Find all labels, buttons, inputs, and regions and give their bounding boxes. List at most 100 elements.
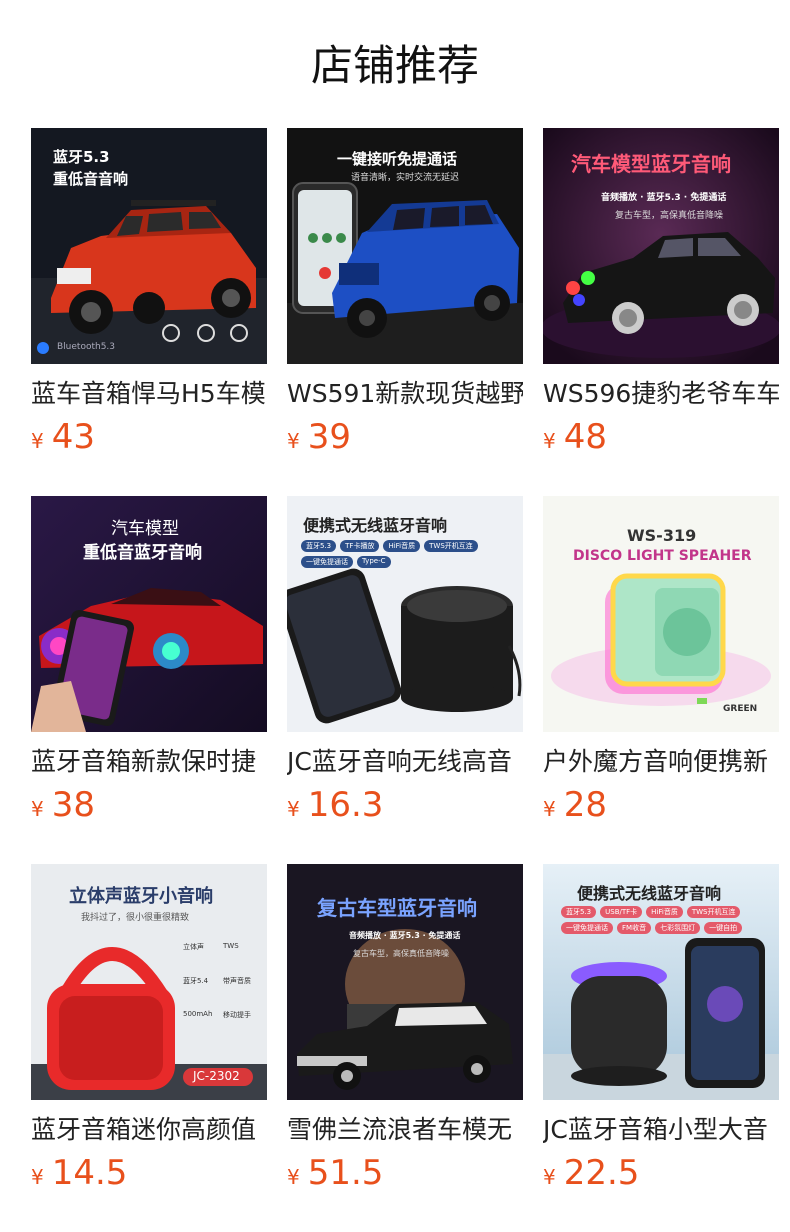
- feature-tags: 蓝牙5.3 TF卡播放 HiFi音质 TWS开机互连 一键免提通话 Type-C: [301, 540, 511, 568]
- product-image[interactable]: WS-319 DISCO LIGHT SPEAHER GREEN: [543, 496, 779, 732]
- feature-tag: TWS开机互连: [686, 906, 741, 918]
- feature-label: TWS: [223, 942, 239, 950]
- image-caption: 汽车模型: [111, 519, 179, 539]
- feature-tag: 一键自拍: [704, 922, 743, 934]
- model-badge: JC-2302: [193, 1069, 240, 1083]
- image-caption: Bluetooth5.3: [57, 342, 116, 352]
- product-card[interactable]: 复古车型蓝牙音响 音频播放 · 蓝牙5.3 · 免提通话 复古车型，高保真低音降…: [287, 864, 523, 1232]
- product-image[interactable]: 蓝牙5.3 重低音音响 Bluetooth5.3: [31, 128, 267, 364]
- price-value: 22.5: [563, 1153, 640, 1193]
- currency-symbol: ¥: [543, 797, 556, 821]
- product-card[interactable]: 汽车模型蓝牙音响 音频播放 · 蓝牙5.3 · 免提通话 复古车型，高保真低音降…: [543, 128, 779, 496]
- product-card[interactable]: 便携式无线蓝牙音响 蓝牙5.3 TF卡播放 HiFi音质 TWS开机互连 一键免…: [287, 496, 523, 864]
- product-card[interactable]: 汽车模型 重低音蓝牙音响 蓝牙音箱新款保时捷 ¥38: [31, 496, 267, 864]
- product-card[interactable]: 一键接听免提通话 语音清晰，实时交流无延迟 WS591新款现货越野 ¥39: [287, 128, 523, 496]
- feature-tag: USB/TF卡: [600, 906, 643, 918]
- product-card[interactable]: 立体声蓝牙小音响 我抖过了，很小很重很精致 立体声 TWS 蓝牙5.4 带声音质…: [31, 864, 267, 1232]
- image-caption: 音频播放 · 蓝牙5.3 · 免提通话: [349, 931, 461, 940]
- product-image[interactable]: 一键接听免提通话 语音清晰，实时交流无延迟: [287, 128, 523, 364]
- feature-tag: HiFi音质: [646, 906, 683, 918]
- product-price: ¥16.3: [287, 785, 523, 831]
- product-name[interactable]: 蓝牙音箱新款保时捷: [31, 747, 267, 777]
- feature-label: 带声音质: [223, 977, 251, 985]
- product-name[interactable]: JC蓝牙音箱小型大音: [543, 1115, 779, 1145]
- image-caption: 重低音音响: [53, 170, 129, 188]
- feature-label: 蓝牙5.4: [183, 977, 209, 985]
- product-name[interactable]: JC蓝牙音响无线高音: [287, 747, 523, 777]
- currency-symbol: ¥: [287, 797, 300, 821]
- image-caption: 我抖过了，很小很重很精致: [81, 913, 190, 923]
- image-caption: GREEN: [723, 704, 758, 714]
- product-name[interactable]: 雪佛兰流浪者车模无: [287, 1115, 523, 1145]
- feature-tag: Type-C: [357, 556, 391, 568]
- product-card[interactable]: 蓝牙5.3 重低音音响 Bluetooth5.3 蓝车音箱悍马H5车模 ¥43: [31, 128, 267, 496]
- feature-label: 500mAh: [183, 1010, 213, 1018]
- page-title: 店铺推荐: [310, 41, 479, 90]
- product-name[interactable]: WS596捷豹老爷车车: [543, 379, 779, 409]
- feature-tag: 一键免提通话: [561, 922, 613, 934]
- product-image[interactable]: 便携式无线蓝牙音响 蓝牙5.3 USB/TF卡 HiFi音质 TWS开机互连 一…: [543, 864, 779, 1100]
- image-caption: 蓝牙5.3: [53, 148, 110, 166]
- price-value: 14.5: [51, 1153, 128, 1193]
- feature-tags: 蓝牙5.3 USB/TF卡 HiFi音质 TWS开机互连 一键免提通话 FM收音…: [561, 906, 771, 934]
- product-image[interactable]: 立体声蓝牙小音响 我抖过了，很小很重很精致 立体声 TWS 蓝牙5.4 带声音质…: [31, 864, 267, 1100]
- image-caption: 便携式无线蓝牙音响: [303, 516, 448, 535]
- price-value: 51.5: [307, 1153, 384, 1193]
- product-card[interactable]: WS-319 DISCO LIGHT SPEAHER GREEN 户外魔方音响便…: [543, 496, 779, 864]
- image-caption: 便携式无线蓝牙音响: [577, 884, 722, 903]
- product-image[interactable]: 汽车模型 重低音蓝牙音响: [31, 496, 267, 732]
- feature-label: 立体声: [183, 943, 204, 951]
- currency-symbol: ¥: [543, 1165, 556, 1189]
- feature-label: 移动提手: [223, 1011, 251, 1019]
- price-value: 16.3: [307, 785, 384, 825]
- currency-symbol: ¥: [31, 797, 44, 821]
- price-value: 39: [307, 417, 351, 457]
- product-image[interactable]: 汽车模型蓝牙音响 音频播放 · 蓝牙5.3 · 免提通话 复古车型，高保真低音降…: [543, 128, 779, 364]
- product-image[interactable]: 复古车型蓝牙音响 音频播放 · 蓝牙5.3 · 免提通话 复古车型，高保真低音降…: [287, 864, 523, 1100]
- feature-tag: 七彩氛围灯: [655, 922, 701, 934]
- product-price: ¥43: [31, 417, 267, 463]
- image-caption: 重低音蓝牙音响: [83, 543, 202, 563]
- image-caption: 语音清晰，实时交流无延迟: [351, 173, 460, 183]
- product-grid: 蓝牙5.3 重低音音响 Bluetooth5.3 蓝车音箱悍马H5车模 ¥43: [31, 128, 779, 1232]
- feature-tag: TWS开机互连: [424, 540, 478, 552]
- product-price: ¥38: [31, 785, 267, 831]
- product-card[interactable]: 便携式无线蓝牙音响 蓝牙5.3 USB/TF卡 HiFi音质 TWS开机互连 一…: [543, 864, 779, 1232]
- product-name[interactable]: WS591新款现货越野: [287, 379, 523, 409]
- currency-symbol: ¥: [287, 1165, 300, 1189]
- currency-symbol: ¥: [543, 429, 556, 453]
- product-price: ¥51.5: [287, 1153, 523, 1199]
- price-value: 38: [51, 785, 95, 825]
- price-value: 28: [563, 785, 607, 825]
- image-caption: DISCO LIGHT SPEAHER: [573, 548, 752, 564]
- image-caption: 复古车型，高保真低音降噪: [353, 949, 449, 958]
- product-name[interactable]: 户外魔方音响便携新: [543, 747, 779, 777]
- product-price: ¥14.5: [31, 1153, 267, 1199]
- image-caption: 音频播放 · 蓝牙5.3 · 免提通话: [601, 193, 727, 203]
- currency-symbol: ¥: [31, 1165, 44, 1189]
- product-price: ¥28: [543, 785, 779, 831]
- image-caption: 复古车型，高保真低音降噪: [615, 211, 724, 221]
- product-price: ¥22.5: [543, 1153, 779, 1199]
- feature-list: 立体声 TWS 蓝牙5.4 带声音质 500mAh 移动提手: [183, 942, 263, 1020]
- feature-tag: FM收音: [617, 922, 652, 934]
- feature-tag: 蓝牙5.3: [301, 540, 337, 552]
- product-name[interactable]: 蓝牙音箱迷你高颜值: [31, 1115, 267, 1145]
- image-caption: 汽车模型蓝牙音响: [571, 152, 731, 176]
- feature-tag: TF卡播放: [340, 540, 380, 552]
- product-price: ¥48: [543, 417, 779, 463]
- price-value: 48: [563, 417, 607, 457]
- currency-symbol: ¥: [31, 429, 44, 453]
- feature-tag: HiFi音质: [383, 540, 421, 552]
- image-caption: 一键接听免提通话: [337, 150, 458, 168]
- currency-symbol: ¥: [287, 429, 300, 453]
- feature-tag: 蓝牙5.3: [561, 906, 597, 918]
- feature-tag: 一键免提通话: [301, 556, 353, 568]
- product-price: ¥39: [287, 417, 523, 463]
- price-value: 43: [51, 417, 95, 457]
- product-image[interactable]: 便携式无线蓝牙音响 蓝牙5.3 TF卡播放 HiFi音质 TWS开机互连 一键免…: [287, 496, 523, 732]
- product-name[interactable]: 蓝车音箱悍马H5车模: [31, 379, 267, 409]
- image-caption: 复古车型蓝牙音响: [317, 896, 477, 920]
- image-caption: 立体声蓝牙小音响: [69, 886, 213, 907]
- image-caption: WS-319: [627, 526, 697, 545]
